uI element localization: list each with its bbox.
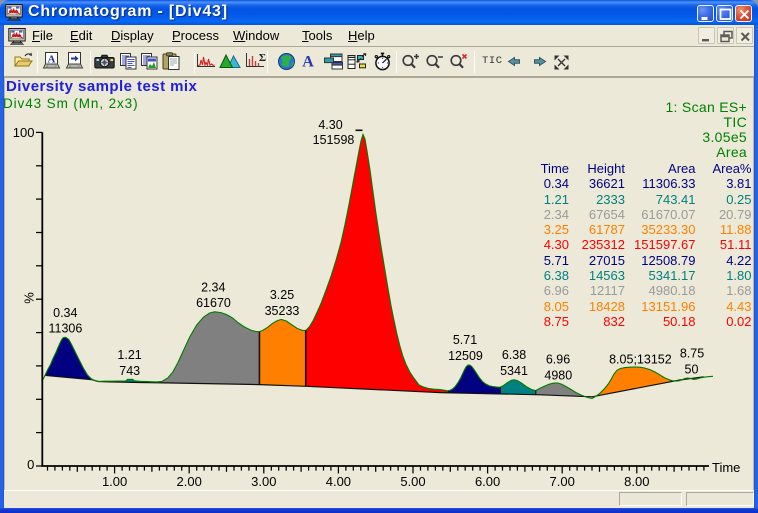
svg-text:12509: 12509 [448,349,483,363]
svg-text:1.00: 1.00 [102,474,127,489]
svg-text:Σ: Σ [259,52,266,64]
svg-text:3.00: 3.00 [251,474,276,489]
svg-text:6.38: 6.38 [502,348,526,362]
svg-text:A: A [302,54,314,70]
svg-text:5.71: 5.71 [453,333,477,347]
svg-text:0: 0 [27,457,34,472]
svg-text:4.00: 4.00 [326,474,351,489]
svg-text:50: 50 [685,363,699,377]
svg-text:5.00: 5.00 [400,474,425,489]
svg-text:%: % [22,292,37,304]
svg-text:7.00: 7.00 [550,474,575,489]
svg-text:5341: 5341 [500,364,528,378]
svg-text:4.30: 4.30 [318,118,342,132]
svg-text:2.34: 2.34 [201,280,225,294]
svg-text:2.00: 2.00 [177,474,202,489]
svg-text:6.00: 6.00 [475,474,500,489]
svg-text:Time: Time [712,460,740,475]
svg-text:100: 100 [13,125,35,140]
svg-text:151598: 151598 [313,133,355,147]
svg-text:1.21: 1.21 [117,348,141,362]
svg-text:743: 743 [119,364,140,378]
svg-text:61670: 61670 [196,296,231,310]
svg-text:8.05;13152: 8.05;13152 [609,353,672,367]
svg-text:6.96: 6.96 [546,353,570,367]
svg-text:4980: 4980 [544,368,572,382]
svg-text:8.75: 8.75 [680,347,704,361]
svg-text:3.25: 3.25 [270,288,294,302]
svg-text:0.34: 0.34 [53,306,77,320]
svg-text:8.00: 8.00 [624,474,649,489]
svg-text:35233: 35233 [265,304,300,318]
svg-text:11306: 11306 [48,322,82,336]
